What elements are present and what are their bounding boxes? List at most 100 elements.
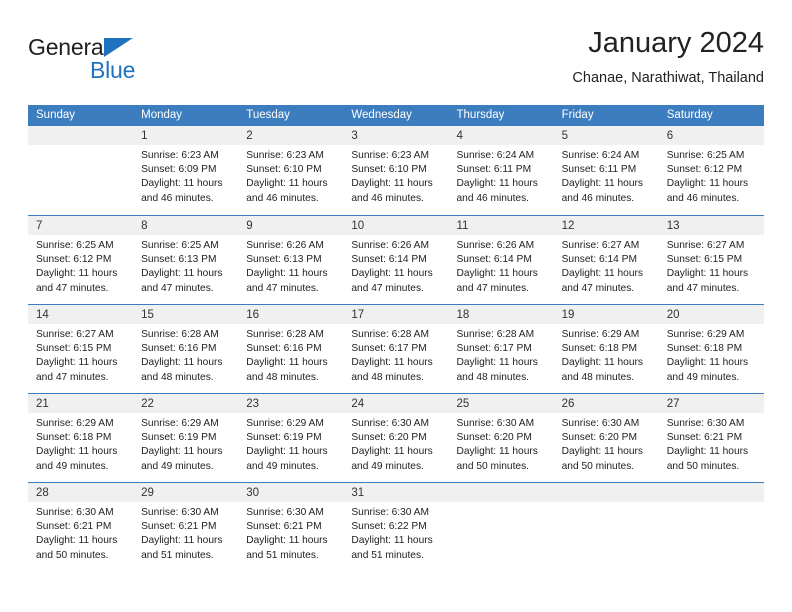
day-cell[interactable]: 8 Sunrise: 6:25 AM Sunset: 6:13 PM Dayli… <box>133 216 239 304</box>
page-header: General Blue January 2024 Chanae, Narath… <box>28 26 764 98</box>
day-details: Sunrise: 6:28 AM Sunset: 6:16 PM Dayligh… <box>238 324 343 385</box>
day-number: 31 <box>351 487 365 499</box>
day-number-band: 24 <box>343 394 449 413</box>
day-number: 5 <box>561 130 569 142</box>
day-details: Sunrise: 6:24 AM Sunset: 6:11 PM Dayligh… <box>449 145 554 206</box>
title-block: January 2024 Chanae, Narathiwat, Thailan… <box>572 26 764 88</box>
page-subtitle: Chanae, Narathiwat, Thailand <box>572 70 764 86</box>
daylight-text-line2: and 48 minutes. <box>561 371 635 383</box>
daylight-text-line2: and 46 minutes. <box>246 192 319 204</box>
sunrise-text: Sunrise: 6:29 AM <box>246 418 324 429</box>
day-cell[interactable]: 30 Sunrise: 6:30 AM Sunset: 6:21 PM Dayl… <box>238 483 344 571</box>
daylight-text-line1: Daylight: 11 hours <box>351 357 433 369</box>
daylight-text-line2: and 47 minutes. <box>246 282 319 294</box>
weekday-header-row: Sunday Monday Tuesday Wednesday Thursday… <box>28 105 764 126</box>
daylight-text-line1: Daylight: 11 hours <box>141 178 223 190</box>
day-cell[interactable]: 21 Sunrise: 6:29 AM Sunset: 6:18 PM Dayl… <box>28 394 134 482</box>
day-cell[interactable]: 23 Sunrise: 6:29 AM Sunset: 6:19 PM Dayl… <box>238 394 344 482</box>
day-cell[interactable]: 18 Sunrise: 6:28 AM Sunset: 6:17 PM Dayl… <box>448 305 554 393</box>
day-number-band: 12 <box>553 216 659 235</box>
sunrise-text: Sunrise: 6:29 AM <box>666 329 745 340</box>
day-cell[interactable]: 16 Sunrise: 6:28 AM Sunset: 6:16 PM Dayl… <box>238 305 344 393</box>
calendar-grid: Sunday Monday Tuesday Wednesday Thursday… <box>28 105 764 571</box>
calendar-page: General Blue January 2024 Chanae, Narath… <box>0 0 792 612</box>
day-cell[interactable]: 28 Sunrise: 6:30 AM Sunset: 6:21 PM Dayl… <box>28 483 134 571</box>
day-cell[interactable]: 27 Sunrise: 6:30 AM Sunset: 6:21 PM Dayl… <box>658 394 764 482</box>
day-details: Sunrise: 6:30 AM Sunset: 6:21 PM Dayligh… <box>28 502 133 563</box>
day-number-band: 9 <box>238 216 344 235</box>
day-details: Sunrise: 6:26 AM Sunset: 6:14 PM Dayligh… <box>449 235 554 296</box>
day-details: Sunrise: 6:27 AM Sunset: 6:14 PM Dayligh… <box>554 235 659 296</box>
day-cell[interactable]: 6 Sunrise: 6:25 AM Sunset: 6:12 PM Dayli… <box>658 126 764 215</box>
day-number: 9 <box>246 220 253 232</box>
day-details: Sunrise: 6:23 AM Sunset: 6:10 PM Dayligh… <box>343 145 448 206</box>
day-cell[interactable] <box>658 483 764 571</box>
day-cell[interactable]: 13 Sunrise: 6:27 AM Sunset: 6:15 PM Dayl… <box>658 216 764 304</box>
day-cell[interactable] <box>553 483 659 571</box>
daylight-text-line1: Daylight: 11 hours <box>561 268 643 280</box>
daylight-text-line1: Daylight: 11 hours <box>561 357 643 369</box>
sunrise-text: Sunrise: 6:25 AM <box>36 240 114 251</box>
day-cell[interactable]: 20 Sunrise: 6:29 AM Sunset: 6:18 PM Dayl… <box>658 305 764 393</box>
day-details <box>659 502 764 506</box>
day-details: Sunrise: 6:25 AM Sunset: 6:12 PM Dayligh… <box>659 145 764 206</box>
weekday-header-thursday: Thursday <box>456 109 505 121</box>
day-number-band: 4 <box>448 126 554 145</box>
day-cell[interactable]: 26 Sunrise: 6:30 AM Sunset: 6:20 PM Dayl… <box>553 394 659 482</box>
day-number-band: 27 <box>658 394 764 413</box>
daylight-text-line1: Daylight: 11 hours <box>246 535 328 547</box>
day-cell[interactable]: 2 Sunrise: 6:23 AM Sunset: 6:10 PM Dayli… <box>238 126 344 215</box>
day-cell[interactable]: 11 Sunrise: 6:26 AM Sunset: 6:14 PM Dayl… <box>448 216 554 304</box>
daylight-text-line2: and 50 minutes. <box>456 460 530 472</box>
day-cell[interactable]: 5 Sunrise: 6:24 AM Sunset: 6:11 PM Dayli… <box>553 126 659 215</box>
daylight-text-line2: and 46 minutes. <box>141 192 214 204</box>
day-cell[interactable] <box>28 126 134 215</box>
day-cell[interactable] <box>448 483 554 571</box>
sunset-text: Sunset: 6:21 PM <box>141 521 217 533</box>
day-number: 20 <box>666 309 680 321</box>
day-number-band <box>658 483 764 502</box>
day-cell[interactable]: 31 Sunrise: 6:30 AM Sunset: 6:22 PM Dayl… <box>343 483 449 571</box>
daylight-text-line2: and 50 minutes. <box>561 460 635 472</box>
day-cell[interactable]: 22 Sunrise: 6:29 AM Sunset: 6:19 PM Dayl… <box>133 394 239 482</box>
day-cell[interactable]: 17 Sunrise: 6:28 AM Sunset: 6:17 PM Dayl… <box>343 305 449 393</box>
sunset-text: Sunset: 6:19 PM <box>246 432 322 444</box>
weekday-header-saturday: Saturday <box>666 109 713 121</box>
day-details <box>449 502 554 506</box>
day-number: 2 <box>246 130 253 142</box>
day-cell[interactable]: 19 Sunrise: 6:29 AM Sunset: 6:18 PM Dayl… <box>553 305 659 393</box>
day-cell[interactable]: 9 Sunrise: 6:26 AM Sunset: 6:13 PM Dayli… <box>238 216 344 304</box>
day-number-band: 30 <box>238 483 344 502</box>
day-details: Sunrise: 6:28 AM Sunset: 6:17 PM Dayligh… <box>449 324 554 385</box>
daylight-text-line1: Daylight: 11 hours <box>456 178 538 190</box>
day-details: Sunrise: 6:29 AM Sunset: 6:19 PM Dayligh… <box>238 413 343 474</box>
sunrise-text: Sunrise: 6:24 AM <box>456 150 535 161</box>
sunset-text: Sunset: 6:17 PM <box>351 343 427 355</box>
day-number-band: 10 <box>343 216 449 235</box>
day-cell[interactable]: 12 Sunrise: 6:27 AM Sunset: 6:14 PM Dayl… <box>553 216 659 304</box>
day-cell[interactable]: 4 Sunrise: 6:24 AM Sunset: 6:11 PM Dayli… <box>448 126 554 215</box>
day-cell[interactable]: 25 Sunrise: 6:30 AM Sunset: 6:20 PM Dayl… <box>448 394 554 482</box>
daylight-text-line1: Daylight: 11 hours <box>36 268 118 280</box>
daylight-text-line1: Daylight: 11 hours <box>666 446 749 458</box>
day-cell[interactable]: 29 Sunrise: 6:30 AM Sunset: 6:21 PM Dayl… <box>133 483 239 571</box>
daylight-text-line2: and 47 minutes. <box>141 282 214 294</box>
sunset-text: Sunset: 6:20 PM <box>351 432 427 444</box>
day-cell[interactable]: 14 Sunrise: 6:27 AM Sunset: 6:15 PM Dayl… <box>28 305 134 393</box>
day-cell[interactable]: 1 Sunrise: 6:23 AM Sunset: 6:09 PM Dayli… <box>133 126 239 215</box>
sunrise-text: Sunrise: 6:23 AM <box>351 150 429 161</box>
sunset-text: Sunset: 6:10 PM <box>246 164 322 176</box>
sunset-text: Sunset: 6:16 PM <box>141 343 217 355</box>
sunset-text: Sunset: 6:16 PM <box>246 343 322 355</box>
sunrise-text: Sunrise: 6:26 AM <box>351 240 429 251</box>
day-cell[interactable]: 10 Sunrise: 6:26 AM Sunset: 6:14 PM Dayl… <box>343 216 449 304</box>
day-cell[interactable]: 3 Sunrise: 6:23 AM Sunset: 6:10 PM Dayli… <box>343 126 449 215</box>
daylight-text-line2: and 47 minutes. <box>36 282 109 294</box>
day-cell[interactable]: 15 Sunrise: 6:28 AM Sunset: 6:16 PM Dayl… <box>133 305 239 393</box>
day-cell[interactable]: 7 Sunrise: 6:25 AM Sunset: 6:12 PM Dayli… <box>28 216 134 304</box>
daylight-text-line2: and 51 minutes. <box>141 549 214 561</box>
day-number-band <box>448 483 554 502</box>
day-details: Sunrise: 6:25 AM Sunset: 6:12 PM Dayligh… <box>28 235 133 296</box>
day-cell[interactable]: 24 Sunrise: 6:30 AM Sunset: 6:20 PM Dayl… <box>343 394 449 482</box>
daylight-text-line1: Daylight: 11 hours <box>141 357 223 369</box>
